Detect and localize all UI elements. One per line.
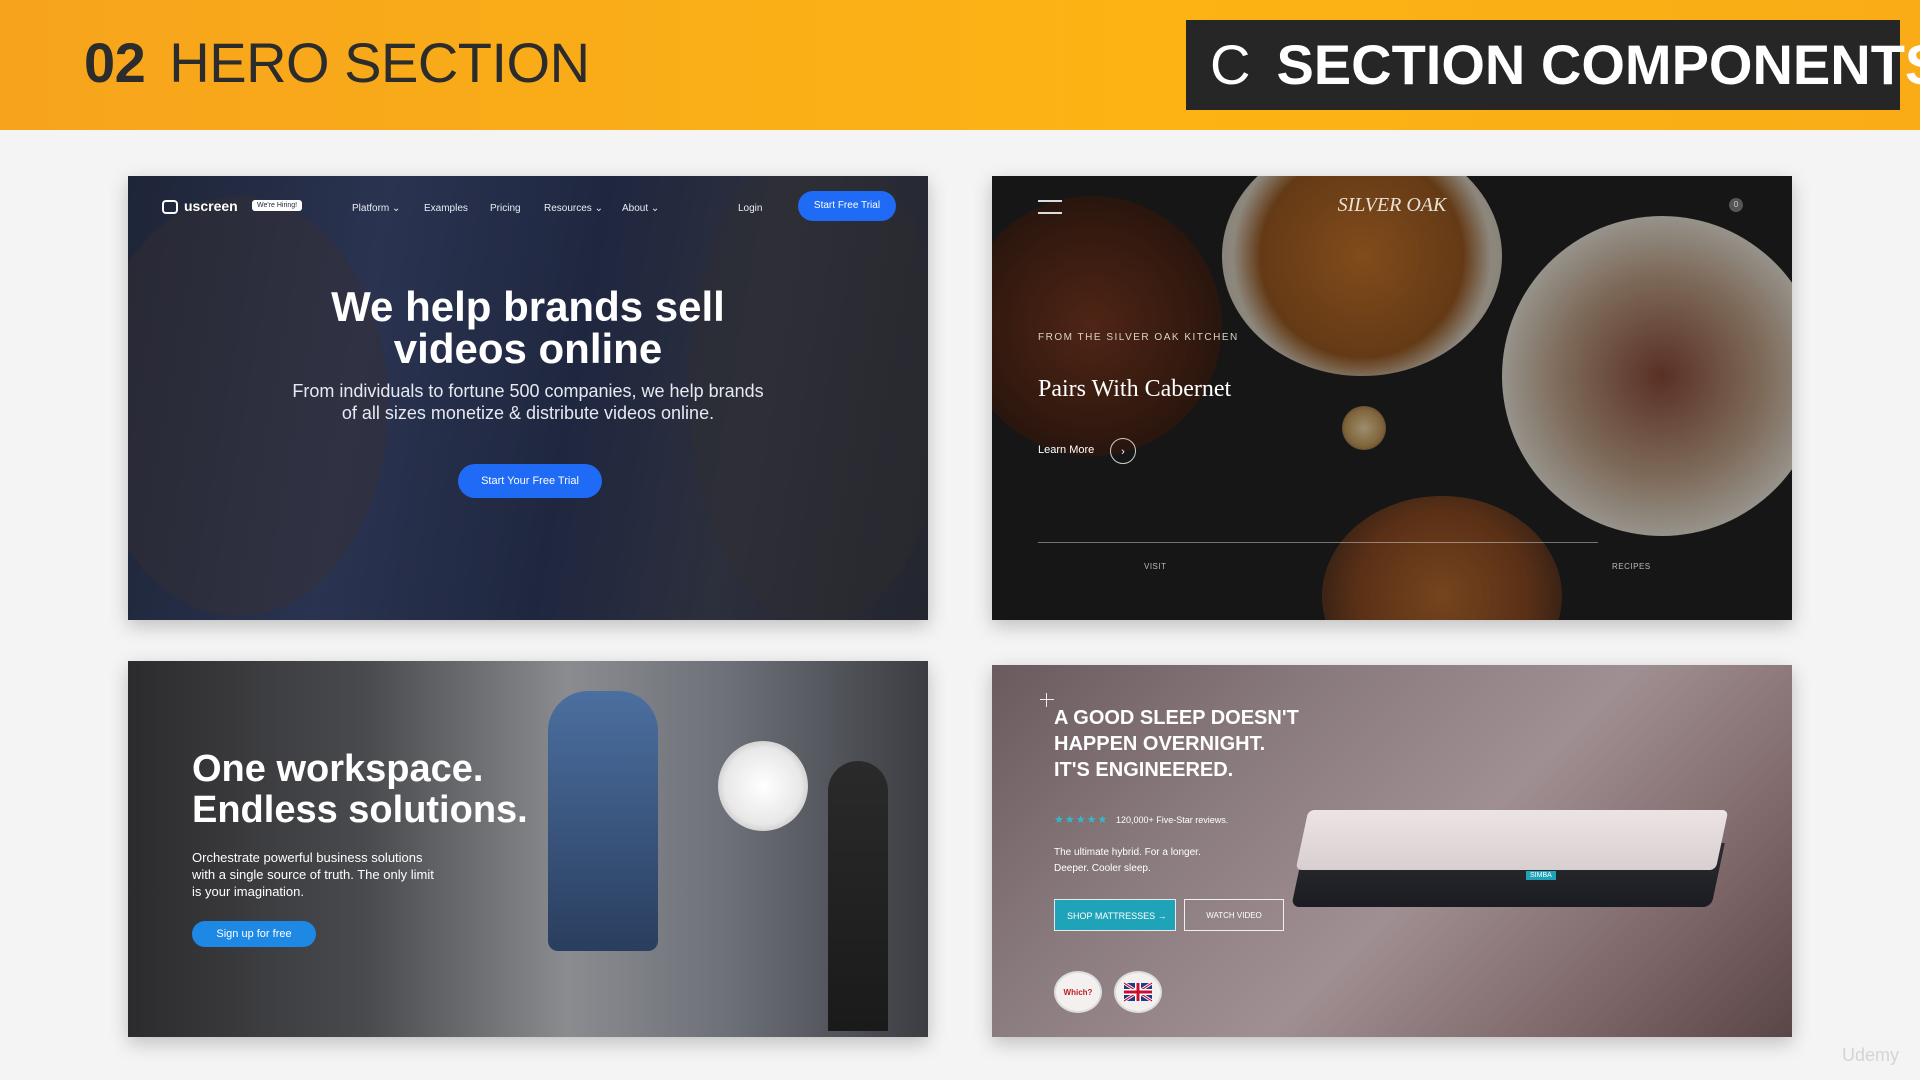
nav-platform[interactable]: Platform ⌄ (352, 203, 400, 214)
section-heading: 02 HERO SECTION (84, 30, 590, 95)
category-title: SECTION COMPONENTS (1276, 33, 1920, 96)
mattress-top-image (1295, 810, 1729, 870)
section-title: HERO SECTION (169, 31, 590, 94)
description-line-2: Deeper. Cooler sleep. (1054, 863, 1151, 874)
learn-more-link[interactable]: Learn More (1038, 444, 1094, 456)
hero-description: The ultimate hybrid. For a longer. Deepe… (1054, 845, 1201, 877)
hero-headline: We help brands sell videos online (128, 286, 928, 370)
nav-pricing[interactable]: Pricing (490, 203, 521, 214)
arrow-right-icon[interactable]: › (1110, 438, 1136, 464)
headline-line-2: HAPPEN OVERNIGHT. (1054, 733, 1266, 755)
headline-line-1: We help brands sell (331, 283, 725, 330)
hiring-badge[interactable]: We're Hiring! (252, 200, 303, 211)
hero-subtitle: From individuals to fortune 500 companie… (128, 380, 928, 424)
eyebrow-text: FROM THE SILVER OAK KITCHEN (1038, 332, 1239, 343)
tab-visit[interactable]: VISIT (1144, 562, 1167, 571)
reviews-text: 120,000+ Five-Star reviews. (1116, 815, 1229, 825)
headline-line-1: One workspace. (192, 748, 484, 790)
hero-subtitle: Orchestrate powerful business solutions … (192, 850, 434, 899)
description-line-1: The ultimate hybrid. For a longer. (1054, 847, 1201, 858)
simba-hero-example: A GOOD SLEEP DOESN'T HAPPEN OVERNIGHT. I… (992, 665, 1792, 1037)
silver-oak-logo[interactable]: SILVER OAK (992, 194, 1792, 217)
nav-about[interactable]: About ⌄ (622, 203, 659, 214)
nav-examples[interactable]: Examples (424, 203, 468, 214)
login-link[interactable]: Login (738, 203, 762, 214)
uk-flag-icon (1123, 981, 1153, 1003)
which-award-badge: Which? (1054, 971, 1102, 1013)
simba-brand-label: SIMBA (1526, 871, 1556, 880)
logo[interactable]: uscreen (162, 198, 238, 215)
category-panel: C SECTION COMPONENTS (1186, 20, 1920, 110)
softbox-light-image (718, 741, 808, 831)
logo-text: uscreen (184, 198, 238, 214)
nav-resources[interactable]: Resources ⌄ (544, 203, 603, 214)
crosshair-icon (1040, 693, 1054, 707)
headline-line-1: A GOOD SLEEP DOESN'T (1054, 707, 1299, 729)
section-number: 02 (84, 31, 146, 94)
headline-line-2: videos online (393, 325, 663, 372)
headline-line-3: IT'S ENGINEERED. (1054, 759, 1234, 781)
tab-recipes[interactable]: RECIPES (1612, 562, 1651, 571)
workspace-hero-example: One workspace. Endless solutions. Orches… (128, 661, 928, 1037)
uscreen-hero-example: uscreen We're Hiring! Platform ⌄ Example… (128, 176, 928, 620)
header-banner: 02 HERO SECTION C SECTION COMPONENTS (0, 0, 1920, 130)
sign-up-button[interactable]: Sign up for free (192, 921, 316, 947)
navbar: uscreen We're Hiring! Platform ⌄ Example… (128, 176, 928, 236)
watch-video-button[interactable]: WATCH VIDEO (1184, 899, 1284, 931)
udemy-watermark: Udemy (1842, 1045, 1900, 1065)
subtitle-line-1: From individuals to fortune 500 companie… (292, 381, 764, 401)
category-letter: C (1210, 33, 1251, 96)
uk-flag-badge (1114, 971, 1162, 1013)
hero-headline: A GOOD SLEEP DOESN'T HAPPEN OVERNIGHT. I… (1054, 705, 1299, 783)
headline-line-2: Endless solutions. (192, 789, 528, 831)
person-figure (828, 761, 888, 1031)
hero-title: Pairs With Cabernet (1038, 376, 1232, 402)
photographer-figure (548, 691, 658, 951)
star-rating-icon: ★★★★★ (1054, 814, 1109, 826)
shop-mattresses-button[interactable]: SHOP MATTRESSES → (1054, 899, 1176, 931)
start-free-trial-button[interactable]: Start Free Trial (798, 191, 896, 221)
cart-icon[interactable]: 0 (1729, 198, 1743, 212)
divider (1038, 542, 1598, 543)
logo-icon (162, 200, 178, 215)
subtitle-line-2: of all sizes monetize & distribute video… (341, 403, 715, 423)
silver-oak-hero-example: SILVER OAK 0 FROM THE SILVER OAK KITCHEN… (992, 176, 1792, 620)
start-your-free-trial-button[interactable]: Start Your Free Trial (458, 464, 602, 498)
hero-headline: One workspace. Endless solutions. (192, 749, 528, 831)
